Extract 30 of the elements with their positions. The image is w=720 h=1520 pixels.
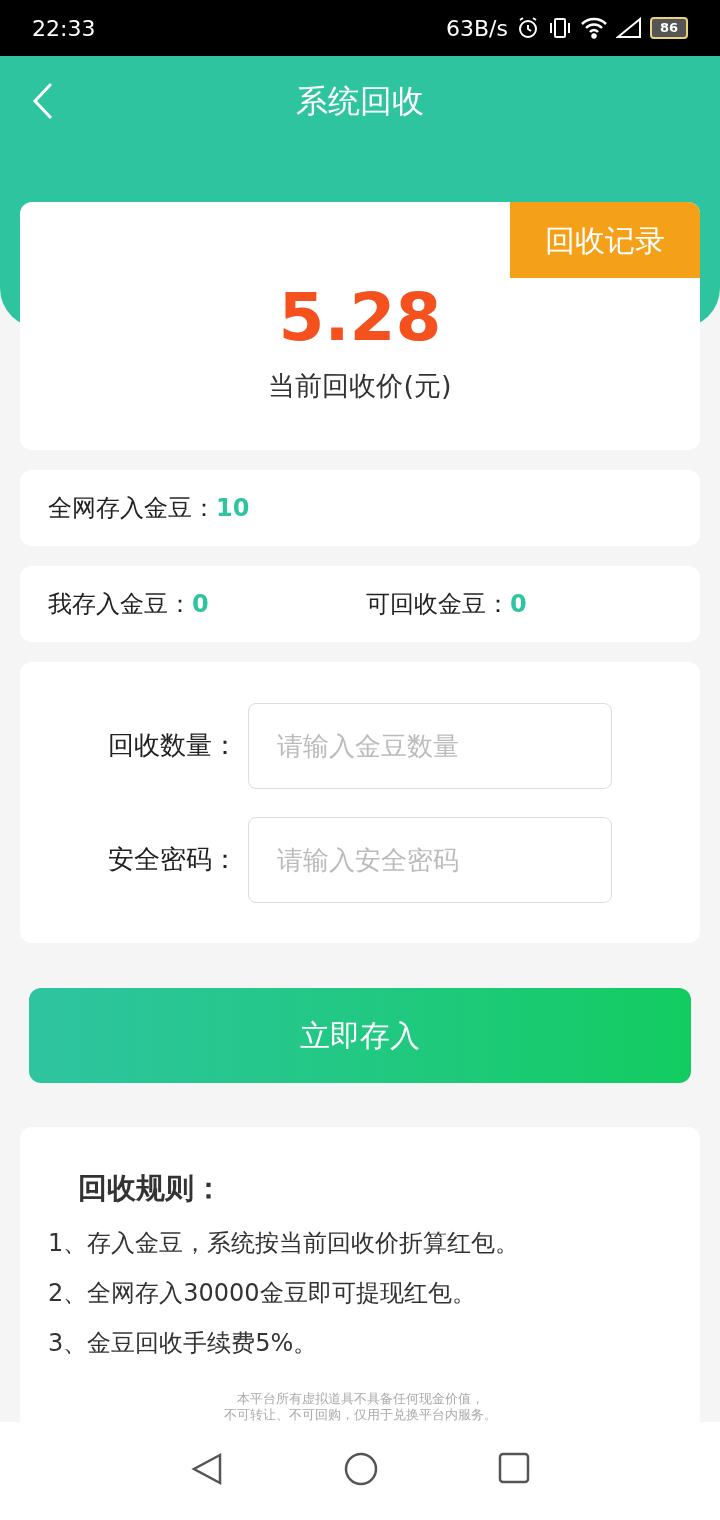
status-time: 22:33: [32, 14, 96, 43]
wifi-icon: [579, 16, 608, 40]
page-title: 系统回收: [296, 81, 424, 122]
home-nav-icon[interactable]: [344, 1452, 378, 1486]
input-field[interactable]: 请输入安全密码: [248, 816, 612, 903]
back-nav-icon[interactable]: [190, 1452, 224, 1486]
stat-value: 0: [510, 589, 527, 620]
disclaimer-text: 本平台所有虚拟道具不具备任何现金价值，: [236, 1390, 484, 1407]
records-button[interactable]: 回收记录: [510, 202, 700, 278]
stat-value: 0: [192, 589, 209, 620]
stat-label: 我存入金豆：: [48, 589, 192, 620]
recents-nav-icon[interactable]: [498, 1452, 530, 1484]
vibrate-icon: [547, 16, 572, 40]
stat-label: 可回收金豆：: [366, 589, 510, 620]
disclaimer-text: 不可转让、不可回购，仅用于兑换平台内服务。: [223, 1406, 497, 1423]
rule-text: 3、金豆回收手续费5%。: [48, 1327, 319, 1359]
rules-title: 回收规则：: [77, 1170, 224, 1207]
signal-icon: [615, 17, 642, 39]
rule-text: 1、存入金豆，系统按当前回收价折算红包。: [48, 1227, 521, 1259]
submit-button[interactable]: 立即存入: [29, 988, 691, 1083]
input-field[interactable]: 请输入金豆数量: [248, 702, 612, 789]
stat-label: 全网存入金豆：: [48, 493, 216, 524]
network-speed: 63B/s: [445, 14, 508, 43]
field-label: 回收数量：: [108, 729, 239, 762]
rule-text: 2、全网存入30000金豆即可提现红包。: [48, 1277, 477, 1309]
battery-indicator: 86: [649, 17, 688, 39]
stat-value: 10: [216, 493, 250, 524]
price-caption: 当前回收价(元): [268, 369, 452, 403]
field-label: 安全密码：: [108, 843, 239, 876]
price-value: 5.28: [278, 278, 442, 358]
